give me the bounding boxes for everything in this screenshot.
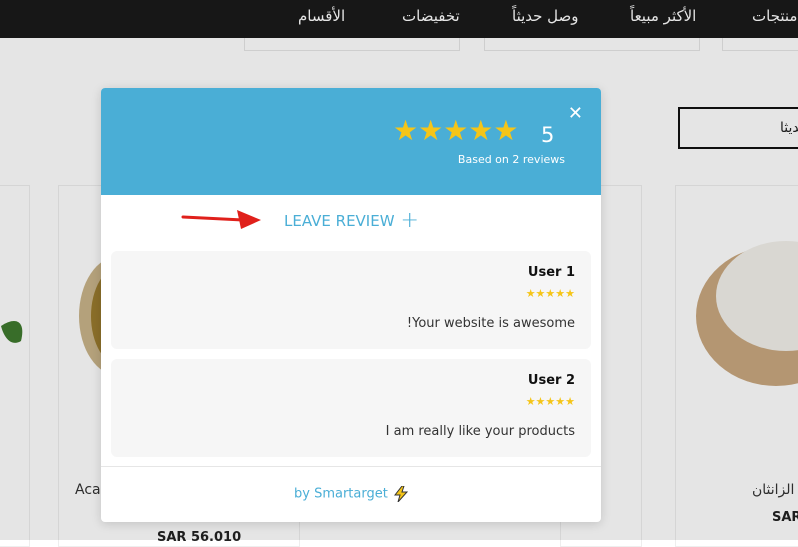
review-card: User 2 ★★★★★ I am really like your produ…: [111, 359, 591, 457]
powered-by-link[interactable]: by Smartarget: [101, 486, 601, 502]
footer-text: by Smartarget: [294, 486, 388, 502]
leave-review-label: LEAVE REVIEW: [284, 212, 395, 230]
review-text: !Your website is awesome: [406, 316, 575, 331]
review-stars: ★★★★★: [525, 287, 575, 300]
divider: [101, 466, 601, 467]
reviews-modal: ✕ ★★★★★ 5 Based on 2 reviews LEAVE REVIE…: [101, 88, 601, 522]
rating-stars: ★★★★★: [393, 114, 519, 147]
review-author: User 1: [527, 265, 575, 280]
review-card: User 1 ★★★★★ !Your website is awesome: [111, 251, 591, 349]
lightning-icon: [393, 486, 408, 502]
close-icon[interactable]: ✕: [568, 104, 583, 124]
rating-value: 5: [541, 123, 555, 147]
leave-review-button[interactable]: LEAVE REVIEW +: [284, 208, 419, 233]
review-author: User 2: [527, 373, 575, 388]
red-arrow-icon: [181, 210, 261, 229]
modal-header: ✕ ★★★★★ 5 Based on 2 reviews: [101, 88, 601, 195]
review-stars: ★★★★★: [525, 395, 575, 408]
reviews-count: Based on 2 reviews: [457, 153, 565, 166]
review-text: I am really like your products: [385, 424, 575, 439]
plus-icon: +: [400, 208, 419, 233]
